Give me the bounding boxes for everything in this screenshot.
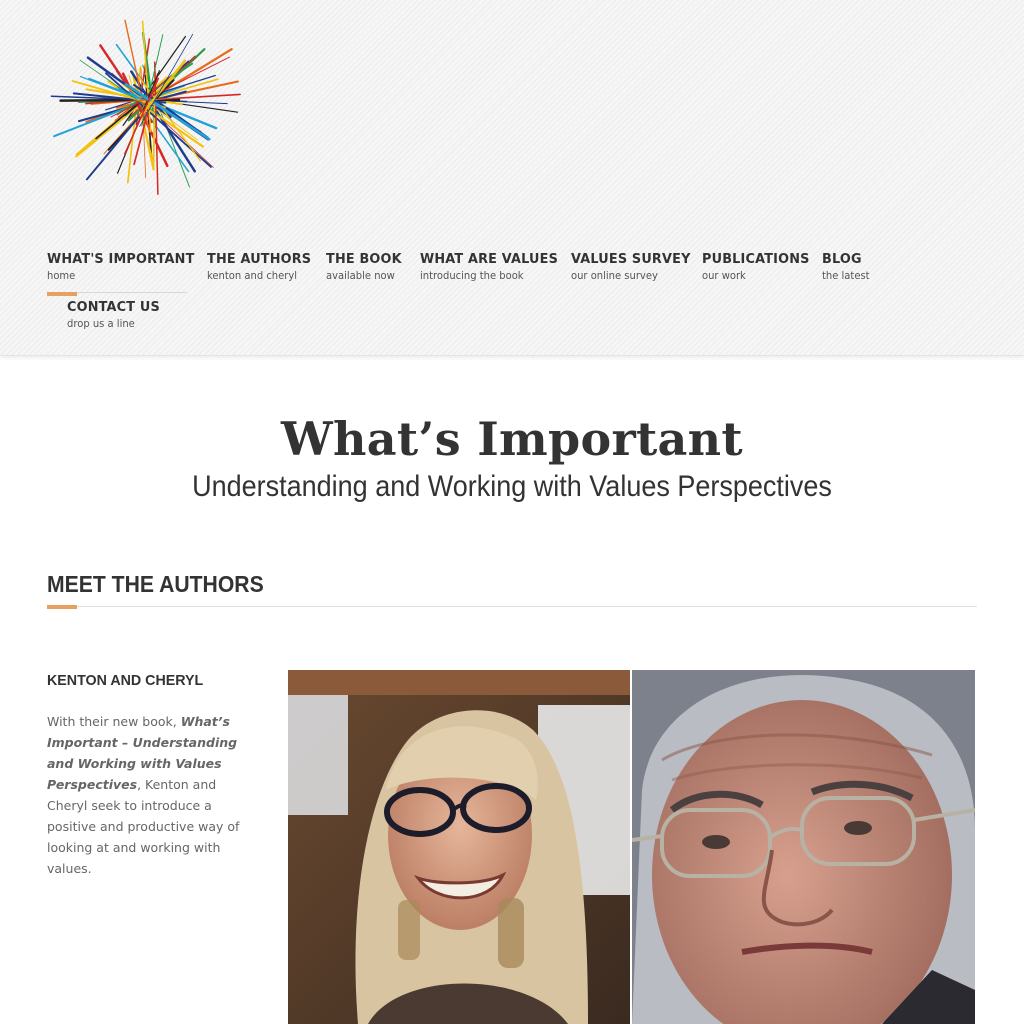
author-names: KENTON AND CHERYL — [47, 672, 204, 689]
author-photo-kenton — [632, 670, 975, 1024]
nav-sublabel: home — [47, 270, 76, 282]
nav-sublabel: drop us a line — [67, 318, 135, 330]
nav-sublabel: available now — [326, 270, 395, 282]
nav-label: THE AUTHORS — [207, 251, 312, 267]
nav-label: THE BOOK — [326, 251, 402, 267]
author-photo-cheryl — [288, 670, 630, 1024]
nav-divider — [77, 292, 187, 293]
nav-label: WHAT ARE VALUES — [420, 251, 559, 267]
nav-item-the-book[interactable]: THE BOOK available now — [326, 251, 406, 282]
nav-item-the-authors[interactable]: THE AUTHORS kenton and cheryl — [207, 251, 317, 282]
author-description: With their new book, What’s Important – … — [47, 711, 247, 879]
nav-sublabel: introducing the book — [420, 270, 524, 282]
nav-item-whats-important[interactable]: WHAT'S IMPORTANT home — [47, 251, 202, 282]
page-subtitle: Understanding and Working with Values Pe… — [192, 470, 832, 503]
nav-label: PUBLICATIONS — [702, 251, 810, 267]
nav-sublabel: the latest — [822, 270, 870, 282]
nav-item-what-are-values[interactable]: WHAT ARE VALUES introducing the book — [420, 251, 565, 282]
desc-intro: With their new book, — [47, 714, 181, 729]
nav-item-values-survey[interactable]: VALUES SURVEY our online survey — [571, 251, 697, 282]
starburst-logo-icon — [50, 19, 241, 195]
section-heading: MEET THE AUTHORS — [47, 571, 264, 597]
site-logo[interactable] — [46, 0, 248, 200]
site-header: WHAT'S IMPORTANT home THE AUTHORS kenton… — [0, 0, 1024, 356]
nav-label: CONTACT US — [67, 299, 160, 315]
nav-sublabel: our online survey — [571, 270, 658, 282]
nav-active-indicator — [47, 292, 77, 296]
nav-item-publications[interactable]: PUBLICATIONS our work — [702, 251, 815, 282]
nav-sublabel: our work — [702, 270, 746, 282]
nav-label: VALUES SURVEY — [571, 251, 691, 267]
nav-item-blog[interactable]: BLOG the latest — [822, 251, 872, 282]
page-title: What’s Important — [281, 412, 743, 466]
nav-label: WHAT'S IMPORTANT — [47, 251, 195, 267]
section-divider — [47, 606, 977, 607]
nav-sublabel: kenton and cheryl — [207, 270, 298, 282]
logo-stroke — [59, 98, 181, 102]
nav-label: BLOG — [822, 251, 862, 267]
section-accent-bar — [47, 605, 77, 609]
nav-item-contact-us[interactable]: CONTACT US drop us a line — [67, 299, 165, 330]
